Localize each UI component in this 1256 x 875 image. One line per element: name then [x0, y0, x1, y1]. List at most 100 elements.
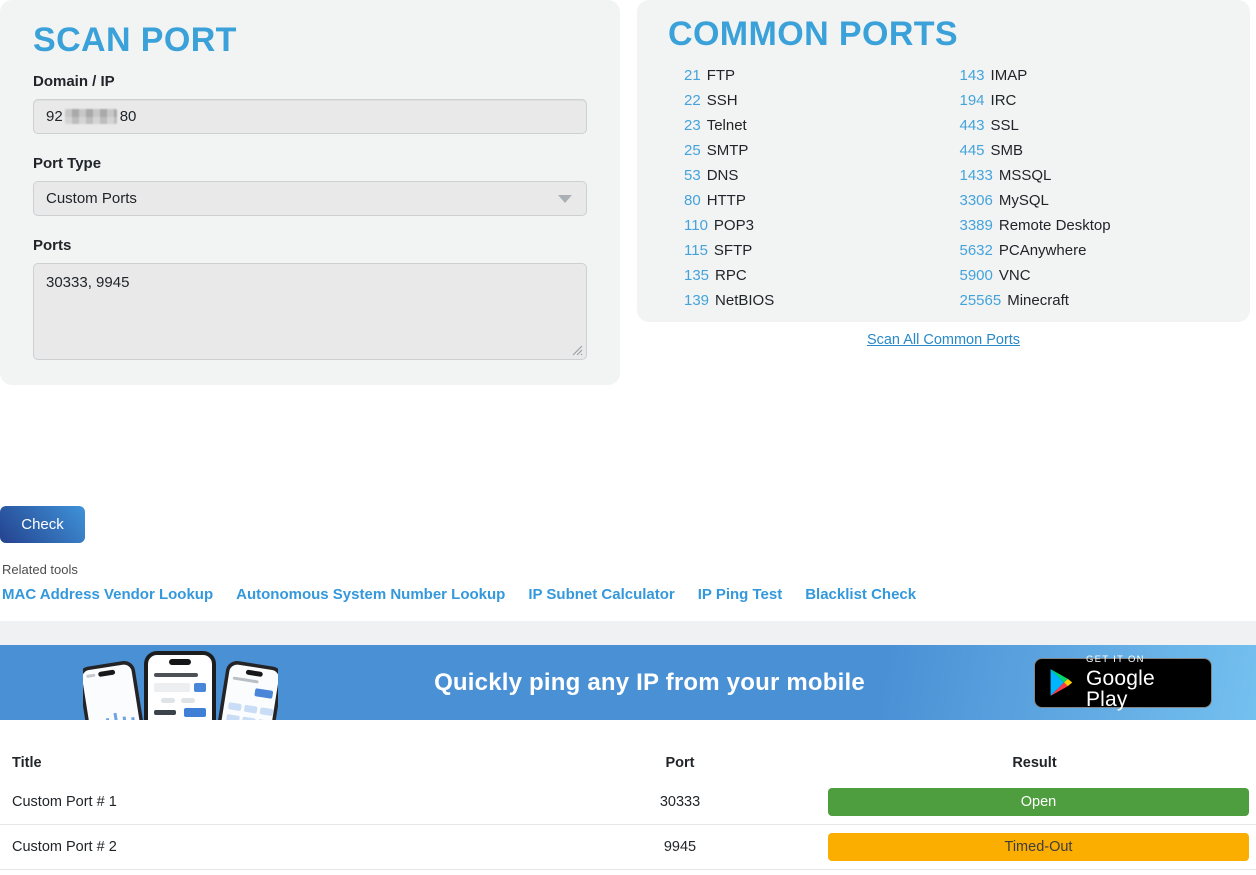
port-number-link[interactable]: 5632	[960, 242, 993, 259]
related-tools-nav: MAC Address Vendor Lookup Autonomous Syst…	[2, 586, 916, 603]
port-item: 1433 MSSQL	[960, 163, 1220, 188]
common-ports-title: COMMON PORTS	[668, 0, 1219, 54]
port-number-link[interactable]: 139	[684, 292, 709, 309]
common-ports-list: 21 FTP 22 SSH 23 Telnet 25	[668, 63, 1219, 313]
mobile-app-banner: Quickly ping any IP from your mobile GET…	[0, 645, 1256, 720]
port-name: VNC	[999, 267, 1031, 284]
port-item: 25 SMTP	[684, 138, 944, 163]
redacted-ip-segment	[65, 109, 117, 124]
port-name: SMTP	[707, 142, 749, 159]
port-number-link[interactable]: 23	[684, 117, 701, 134]
row-port: 30333	[540, 794, 820, 810]
port-item: 110 POP3	[684, 213, 944, 238]
header-title: Title	[0, 755, 540, 771]
table-header-row: Title Port Result	[0, 745, 1256, 780]
port-name: SMB	[991, 142, 1024, 159]
port-item: 22 SSH	[684, 88, 944, 113]
port-number-link[interactable]: 80	[684, 192, 701, 209]
resize-handle-icon[interactable]	[572, 345, 583, 356]
google-play-icon	[1048, 667, 1074, 698]
port-item: 143 IMAP	[960, 63, 1220, 88]
ports-textarea[interactable]: 30333, 9945	[33, 263, 587, 360]
banner-headline: Quickly ping any IP from your mobile	[265, 669, 1034, 697]
port-number-link[interactable]: 194	[960, 92, 985, 109]
port-number-link[interactable]: 110	[684, 217, 708, 234]
port-name: SFTP	[714, 242, 752, 259]
port-item: 5900 VNC	[960, 263, 1220, 288]
port-number-link[interactable]: 25	[684, 142, 701, 159]
port-number-link[interactable]: 115	[684, 242, 708, 259]
table-row: Custom Port # 2 9945 Timed-Out	[0, 825, 1256, 870]
port-item: 445 SMB	[960, 138, 1220, 163]
port-item: 21 FTP	[684, 63, 944, 88]
port-number-link[interactable]: 21	[684, 67, 701, 84]
google-play-badge[interactable]: GET IT ON Google Play	[1034, 658, 1212, 708]
port-type-select[interactable]: Custom Ports	[33, 181, 587, 216]
port-number-link[interactable]: 1433	[960, 167, 993, 184]
port-number-link[interactable]: 135	[684, 267, 709, 284]
port-name: FTP	[707, 67, 735, 84]
port-name: Telnet	[707, 117, 747, 134]
row-title: Custom Port # 1	[0, 794, 540, 810]
domain-ip-label: Domain / IP	[33, 73, 587, 90]
common-ports-column-left: 21 FTP 22 SSH 23 Telnet 25	[668, 63, 944, 313]
status-badge: Timed-Out	[828, 833, 1249, 861]
port-name: SSL	[991, 117, 1019, 134]
port-name: Minecraft	[1007, 292, 1069, 309]
port-item: 443 SSL	[960, 113, 1220, 138]
related-tool-link[interactable]: IP Ping Test	[698, 586, 782, 603]
port-name: DNS	[707, 167, 739, 184]
table-body: Custom Port # 1 30333 Open Custom Port #…	[0, 780, 1256, 870]
port-number-link[interactable]: 53	[684, 167, 701, 184]
port-name: NetBIOS	[715, 292, 774, 309]
port-item: 25565 Minecraft	[960, 288, 1220, 313]
related-tool-link[interactable]: Blacklist Check	[805, 586, 916, 603]
section-divider	[0, 621, 1256, 645]
table-row: Custom Port # 1 30333 Open	[0, 780, 1256, 825]
check-button[interactable]: Check	[0, 506, 85, 543]
domain-ip-input[interactable]: 9280	[33, 99, 587, 134]
port-name: RPC	[715, 267, 747, 284]
scan-port-panel: SCAN PORT Domain / IP 9280 Port Type Cus…	[0, 0, 620, 385]
domain-ip-value-suffix: 80	[120, 108, 137, 125]
port-name: HTTP	[707, 192, 746, 209]
scan-results-table: Title Port Result Custom Port # 1 30333 …	[0, 745, 1256, 870]
port-name: MySQL	[999, 192, 1049, 209]
port-number-link[interactable]: 3306	[960, 192, 993, 209]
phones-illustration-wrapper	[0, 645, 265, 720]
port-item: 23 Telnet	[684, 113, 944, 138]
common-ports-column-right: 143 IMAP 194 IRC 443 SSL 445	[944, 63, 1220, 313]
port-number-link[interactable]: 25565	[960, 292, 1002, 309]
port-type-selected-value: Custom Ports	[46, 190, 137, 207]
google-play-text: GET IT ON Google Play	[1086, 655, 1198, 711]
row-result-cell: Timed-Out	[820, 833, 1249, 861]
port-name: IRC	[991, 92, 1017, 109]
port-item: 3306 MySQL	[960, 188, 1220, 213]
port-name: IMAP	[991, 67, 1028, 84]
related-tool-link[interactable]: Autonomous System Number Lookup	[236, 586, 505, 603]
ports-label: Ports	[33, 237, 587, 254]
port-item: 135 RPC	[684, 263, 944, 288]
port-number-link[interactable]: 22	[684, 92, 701, 109]
get-it-on-text: GET IT ON	[1086, 655, 1198, 665]
common-ports-panel: COMMON PORTS 21 FTP 22 SSH 23	[637, 0, 1250, 322]
port-number-link[interactable]: 143	[960, 67, 985, 84]
port-number-link[interactable]: 5900	[960, 267, 993, 284]
status-badge: Open	[828, 788, 1249, 816]
page: SCAN PORT Domain / IP 9280 Port Type Cus…	[0, 0, 1256, 875]
port-number-link[interactable]: 3389	[960, 217, 993, 234]
header-result: Result	[820, 755, 1249, 771]
related-tool-link[interactable]: MAC Address Vendor Lookup	[2, 586, 213, 603]
header-port: Port	[540, 755, 820, 771]
port-item: 194 IRC	[960, 88, 1220, 113]
port-number-link[interactable]: 445	[960, 142, 985, 159]
port-item: 3389 Remote Desktop	[960, 213, 1220, 238]
scan-all-common-ports-link[interactable]: Scan All Common Ports	[867, 332, 1020, 348]
port-number-link[interactable]: 443	[960, 117, 985, 134]
port-name: SSH	[707, 92, 738, 109]
port-item: 5632 PCAnywhere	[960, 238, 1220, 263]
related-tool-link[interactable]: IP Subnet Calculator	[528, 586, 674, 603]
port-item: 115 SFTP	[684, 238, 944, 263]
related-tools-label: Related tools	[2, 562, 78, 577]
row-title: Custom Port # 2	[0, 839, 540, 855]
